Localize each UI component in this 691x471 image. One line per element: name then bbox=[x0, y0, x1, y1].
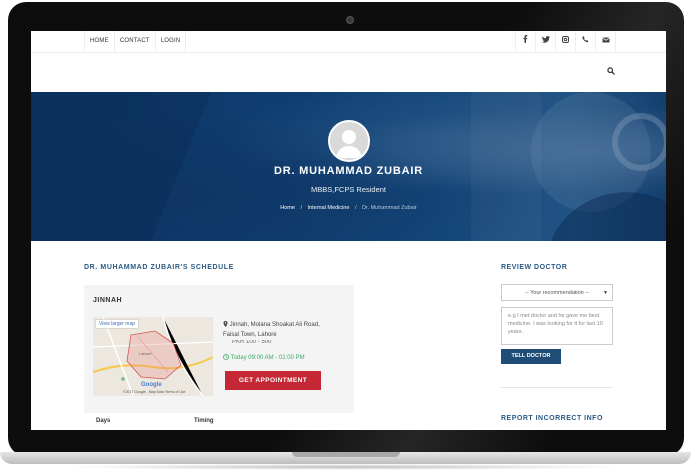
social-links bbox=[515, 31, 616, 52]
clinic-name: JINNAH bbox=[93, 297, 123, 304]
schedule-heading: DR. MUHAMMAD ZUBAIR'S SCHEDULE bbox=[84, 264, 234, 271]
laptop-shadow bbox=[60, 464, 630, 470]
map-attribution: ©2017 Google - Map Data Terms of Use bbox=[123, 390, 186, 394]
address-line-1: Jinnah, Molana Shoakat Ali Road, bbox=[229, 322, 320, 328]
sidebar-divider bbox=[501, 387, 613, 388]
clock-icon bbox=[223, 354, 229, 360]
map-brand-logo: Google bbox=[141, 382, 162, 388]
review-textarea[interactable]: e.g I met doctor and he gave me best med… bbox=[501, 307, 613, 345]
nav-home[interactable]: HOME bbox=[84, 31, 114, 52]
today-timing-text: Today 09:00 AM - 01:00 PM bbox=[230, 355, 305, 361]
breadcrumb-home[interactable]: Home bbox=[280, 205, 295, 211]
top-bar: HOME CONTACT LOGIN bbox=[31, 31, 666, 53]
fee-range-clipped: PKR 100 - 500 bbox=[232, 340, 272, 344]
location-pin-icon bbox=[223, 321, 228, 327]
laptop-frame: HOME CONTACT LOGIN DR. MUHAMMAD ZUBAIR M… bbox=[0, 0, 691, 471]
days-column-header: Days bbox=[96, 418, 111, 424]
laptop-base-notch bbox=[292, 452, 400, 457]
review-doctor-heading: REVIEW DOCTOR bbox=[501, 264, 568, 271]
twitter-icon[interactable] bbox=[535, 31, 555, 52]
svg-text:Lahore: Lahore bbox=[139, 351, 152, 356]
breadcrumb-separator: / bbox=[300, 205, 302, 211]
webcam-icon bbox=[346, 16, 354, 24]
clinic-card: JINNAH Lahore View larger map Google ©20… bbox=[84, 285, 354, 430]
doctor-hero-banner: DR. MUHAMMAD ZUBAIR MBBS,FCPS Resident H… bbox=[31, 92, 666, 241]
nav-login[interactable]: LOGIN bbox=[154, 31, 187, 52]
breadcrumb-category[interactable]: Internal Medicine bbox=[308, 205, 350, 211]
mail-icon[interactable] bbox=[595, 31, 616, 52]
get-appointment-button[interactable]: GET APPOINTMENT bbox=[225, 371, 321, 390]
browser-viewport: HOME CONTACT LOGIN DR. MUHAMMAD ZUBAIR M… bbox=[31, 31, 666, 430]
recommendation-select-value: -- Your recommendation -- bbox=[525, 290, 589, 296]
facebook-icon[interactable] bbox=[515, 31, 535, 52]
doctor-degree: MBBS,FCPS Resident bbox=[310, 185, 387, 194]
top-nav: HOME CONTACT LOGIN bbox=[84, 31, 187, 52]
report-incorrect-info-heading[interactable]: REPORT INCORRECT INFO bbox=[501, 415, 603, 422]
tell-doctor-button[interactable]: TELL DOCTOR bbox=[501, 349, 561, 364]
chevron-down-icon: ▼ bbox=[603, 290, 608, 296]
main-header bbox=[31, 53, 666, 92]
address-line-2: Faisal Town, Lahore bbox=[223, 332, 277, 338]
search-icon[interactable] bbox=[607, 67, 615, 75]
today-timing: Today 09:00 AM - 01:00 PM bbox=[223, 354, 305, 361]
nav-contact[interactable]: CONTACT bbox=[113, 31, 155, 52]
clinic-address: Jinnah, Molana Shoakat Ali Road, Faisal … bbox=[223, 320, 320, 340]
breadcrumb-current: Dr. Muhammad Zubair bbox=[362, 205, 417, 211]
breadcrumb: Home / Internal Medicine / Dr. Muhammad … bbox=[31, 205, 666, 211]
doctor-name: DR. MUHAMMAD ZUBAIR bbox=[273, 165, 423, 177]
clinic-map[interactable]: Lahore View larger map Google ©2017 Goog… bbox=[93, 317, 213, 396]
doctor-avatar bbox=[328, 120, 370, 162]
phone-icon[interactable] bbox=[575, 31, 595, 52]
schedule-table-header bbox=[84, 413, 354, 430]
instagram-icon[interactable] bbox=[555, 31, 575, 52]
view-larger-map-link[interactable]: View larger map bbox=[96, 320, 139, 328]
timing-column-header: Timing bbox=[194, 418, 214, 424]
breadcrumb-separator: / bbox=[354, 205, 357, 211]
recommendation-select[interactable]: -- Your recommendation -- ▼ bbox=[501, 284, 613, 301]
